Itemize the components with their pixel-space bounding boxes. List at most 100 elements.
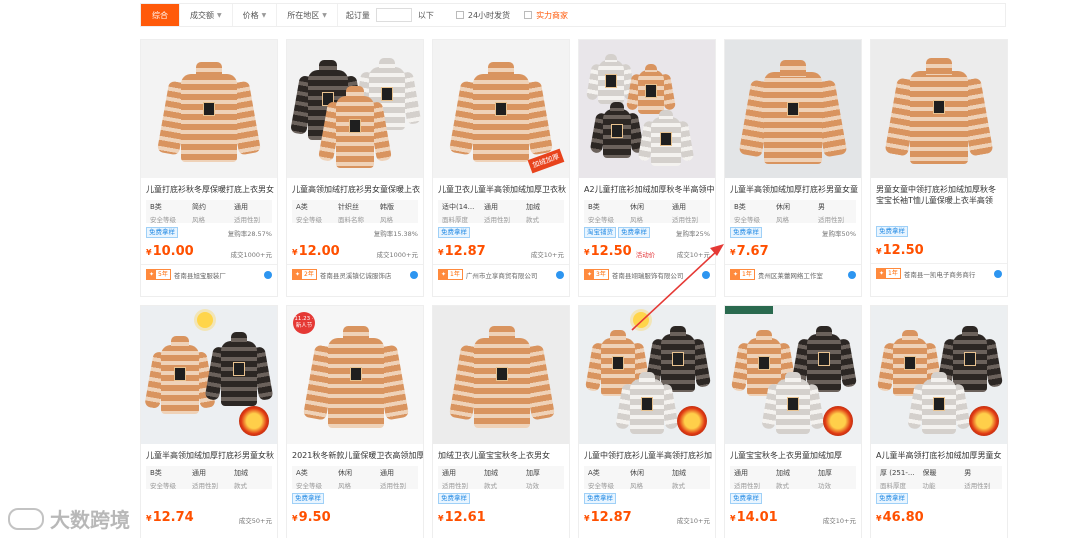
attribute-key: 适用性别 (734, 482, 760, 490)
currency-symbol: ¥ (146, 248, 152, 257)
moq-input[interactable] (375, 8, 412, 22)
product-title[interactable]: A2儿童打底衫加绒加厚秋冬半高领中 (579, 184, 715, 195)
sweater-image (448, 62, 554, 162)
shop-name-link[interactable]: 贵州区莱蕾网络工作室 (758, 270, 845, 280)
service-tag[interactable]: 免费拿样 (730, 227, 762, 238)
checkbox-box[interactable] (455, 11, 464, 19)
product-title[interactable]: 儿童中领打底衫儿童半高领打底衫加 (579, 450, 715, 461)
product-title[interactable]: 儿童半高领加绒加厚打底衫男童女童 (725, 184, 861, 195)
product-card[interactable]: 男童女童中领打底衫加绒加厚秋冬宝宝长袖T恤儿童保暖上衣半高领 免费拿样 ¥12.50… (870, 39, 1008, 297)
product-price: ¥12.50 (584, 244, 632, 259)
attribute-key: 安全等级 (296, 216, 322, 224)
product-title[interactable]: 儿童高领加绒打底衫男女童保暖上衣 (287, 184, 423, 195)
currency-symbol: ¥ (146, 514, 152, 523)
service-tag[interactable]: 免费拿样 (876, 493, 908, 504)
product-title[interactable]: 儿童宝宝秋冬上衣男童加绒加厚 (725, 450, 861, 461)
checkbox-box[interactable] (524, 11, 533, 19)
chat-icon[interactable] (848, 270, 856, 279)
product-title[interactable]: 儿童卫衣儿童半高领加绒加厚卫衣秋 (433, 184, 569, 195)
product-card[interactable]: 加绒加厚儿童卫衣儿童半高领加绒加厚卫衣秋适中(14... 面料厚度 通用 适用性别 加绒… (432, 39, 570, 297)
product-card[interactable]: A儿童半高领打底衫加绒加厚男童女厚 (251-... 面料厚度 保暖 功能男适用性别免… (870, 305, 1008, 538)
tag-row: 淘宝铺货 免费拿样 复购率25% (584, 227, 710, 238)
product-card[interactable]: 儿童半高领加绒加厚打底衫男童女童 B类 安全等级 休闲 风格男适用性别 免费拿样 复购率50… (724, 39, 862, 297)
product-image[interactable] (579, 40, 715, 178)
service-tag[interactable]: 免费拿样 (438, 493, 470, 504)
shop-name-link[interactable]: 苍南县一凯电子商务商行 (904, 269, 991, 279)
chat-icon[interactable] (410, 270, 418, 279)
attribute-cell: 通用 适用性别 (376, 466, 418, 490)
product-card[interactable]: A2儿童打底衫加绒加厚秋冬半高领中 B类 安全等级 休闲 风格 通用 适用性别 淘宝铺货 免费拿… (578, 39, 716, 297)
product-title[interactable]: 儿童半高领加绒加厚打底衫男童女秋 (141, 450, 277, 461)
attribute-value: 通用 (192, 469, 206, 477)
fire-badge-icon (677, 406, 707, 436)
attribute-value: 针织丝 (338, 203, 359, 211)
sweater-patch (349, 118, 361, 133)
product-card[interactable]: 儿童半高领加绒加厚打底衫男童女秋 B类 安全等级 通用 适用性别 加绒 款式 ¥12.74 成交… (140, 305, 278, 538)
product-card[interactable]: 儿童中领打底衫儿童半高领打底衫加 A类 安全等级 休闲 风格 加绒 款式 免费拿样 ¥12.87… (578, 305, 716, 538)
sweater-collar (639, 372, 655, 382)
product-image[interactable]: 11.23 ·新人节 (287, 306, 423, 444)
attribute-value: A类 (296, 203, 308, 211)
chat-icon[interactable] (556, 270, 564, 279)
service-tag[interactable]: 淘宝铺货 (584, 227, 616, 238)
strong-merchant-checkbox[interactable]: 实力商家 (524, 10, 568, 21)
product-title[interactable]: 加绒卫衣儿童宝宝秋冬上衣男女 (433, 450, 569, 461)
sweater-image (637, 110, 695, 166)
shop-name-link[interactable]: 苍南县翊瑞服饰有限公司 (612, 270, 699, 280)
product-image[interactable] (141, 306, 277, 444)
product-card[interactable]: 儿童高领加绒打底衫男女童保暖上衣 A类 安全等级 针织丝 面料名称 韩版 风格 复购率15.3… (286, 39, 424, 297)
product-title[interactable]: 儿童打底衫秋冬厚保暖打底上衣男女 (141, 184, 277, 195)
product-card[interactable]: 11.23 ·新人节 2021秋冬新款儿童保暖卫衣高领加厚 A类 安全等级 休闲 风格 通用… (286, 305, 424, 538)
sweater-patch (605, 74, 617, 88)
service-tag[interactable]: 免费拿样 (876, 226, 908, 237)
product-image[interactable] (725, 306, 861, 444)
sort-tab-volume[interactable]: 成交额 ▼ (180, 4, 233, 26)
product-image[interactable]: 加绒加厚 (433, 40, 569, 178)
product-image[interactable] (287, 40, 423, 178)
product-title[interactable]: 2021秋冬新款儿童保暖卫衣高领加厚 (287, 450, 423, 461)
service-tag[interactable]: 免费拿样 (618, 227, 650, 238)
product-image[interactable] (141, 40, 277, 178)
chat-icon[interactable] (264, 270, 272, 279)
product-title[interactable]: A儿童半高领打底衫加绒加厚男童女 (871, 450, 1007, 461)
price-value: 10.00 (152, 244, 194, 259)
product-card[interactable]: 加绒卫衣儿童宝宝秋冬上衣男女 通用 适用性别 加绒 款式 加厚 功效 免费拿样 ¥12.61 (432, 305, 570, 538)
product-card[interactable]: 儿童打底衫秋冬厚保暖打底上衣男女 B类 安全等级 简约 风格 通用 适用性别 免费拿样 复购率2… (140, 39, 278, 297)
tag-list: 免费拿样 (876, 226, 910, 237)
product-image[interactable] (871, 40, 1007, 178)
service-tag[interactable]: 免费拿样 (584, 493, 616, 504)
attribute-key: 功效 (818, 482, 831, 490)
service-tag[interactable]: 免费拿样 (146, 227, 178, 238)
product-title[interactable]: 男童女童中领打底衫加绒加厚秋冬宝宝长袖T恤儿童保暖上衣半高领 (871, 184, 1007, 208)
shop-name-link[interactable]: 广州市立享商贸有限公司 (466, 270, 553, 280)
sort-tab-comprehensive[interactable]: 综合 (141, 4, 180, 26)
chat-icon[interactable] (994, 269, 1002, 278)
attribute-cell: 加厚 功效 (522, 466, 564, 490)
price-row: ¥12.50 活动价 成交10+元 (584, 242, 710, 259)
ship-24h-checkbox[interactable]: 24小时发货 (455, 10, 510, 21)
sales-volume: 成交1000+元 (230, 251, 273, 259)
product-attributes: 适中(14... 面料厚度 通用 适用性别 加绒 款式 (438, 200, 564, 224)
sort-tab-price[interactable]: 价格 ▼ (233, 4, 278, 26)
shop-name-link[interactable]: 苍南县旭宝服装厂 (174, 270, 261, 280)
filter-tab-region[interactable]: 所在地区 ▼ (277, 4, 338, 26)
product-card[interactable]: 儿童宝宝秋冬上衣男童加绒加厚 通用 适用性别 加绒 款式 加厚 功效 免费拿样 ¥14.01 成交… (724, 305, 862, 538)
service-tag[interactable]: 免费拿样 (730, 493, 762, 504)
product-image[interactable] (433, 306, 569, 444)
tag-row: 免费拿样 (876, 493, 1002, 504)
chat-icon[interactable] (702, 270, 710, 279)
product-image[interactable] (725, 40, 861, 178)
product-price: ¥9.50 (292, 510, 331, 525)
tag-list: 淘宝铺货 免费拿样 (584, 227, 652, 238)
shop-name-link[interactable]: 苍南县灵溪镇亿诚服饰店 (320, 270, 407, 280)
repurchase-rate: 复购率50% (822, 229, 856, 238)
membership-years-badge: ✦ 3年 (584, 269, 609, 280)
attribute-key: 适用性别 (442, 482, 468, 490)
attribute-key: 功效 (526, 482, 539, 490)
sweater-image (589, 102, 645, 158)
service-tag[interactable]: 免费拿样 (292, 493, 324, 504)
product-image[interactable] (871, 306, 1007, 444)
service-tag[interactable]: 免费拿样 (438, 227, 470, 238)
crown-icon: ✦ (877, 269, 886, 278)
product-image[interactable] (579, 306, 715, 444)
